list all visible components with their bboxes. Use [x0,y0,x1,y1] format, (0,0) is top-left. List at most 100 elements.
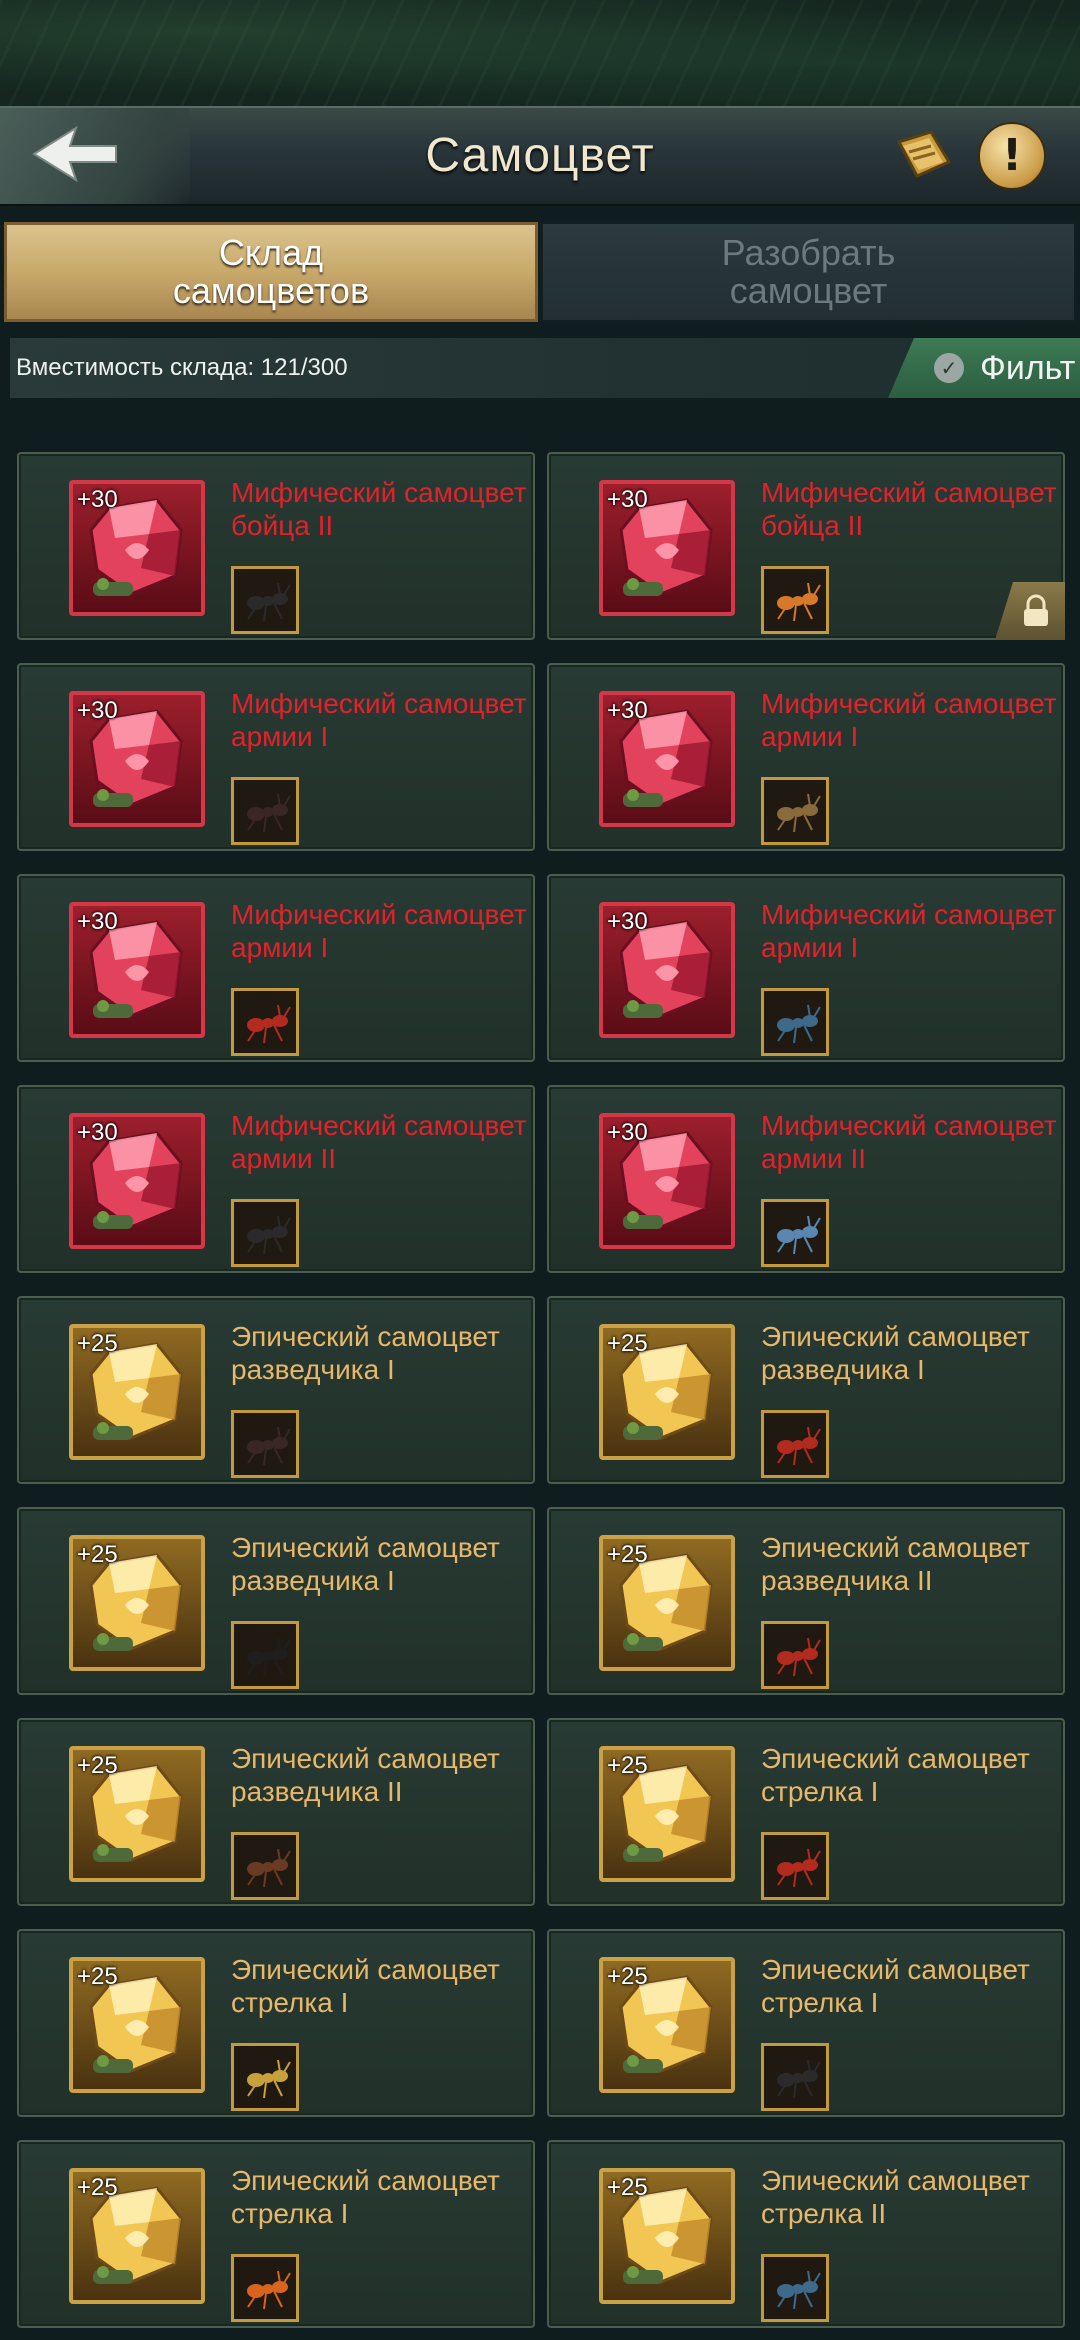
gem-frame: +30 [69,480,205,616]
unit-icon [761,1199,829,1267]
gem-frame: +25 [69,1535,205,1671]
armored-warrior-icon [777,793,821,833]
gem-grid: +30 Мифический самоцвет бойца II +30 Мифиче… [0,452,1080,2340]
unit-icon [231,1621,299,1689]
lock-icon [1024,594,1048,626]
gem-frame: +25 [69,1324,205,1460]
tab-disassemble-gem[interactable]: Разобрать самоцвет [541,222,1076,322]
gem-name: Мифический самоцвет армии I [231,899,527,963]
gem-card[interactable]: +25 Эпический самоцвет стрелка II [547,2140,1065,2328]
unit-icon [761,1832,829,1900]
red-ant-icon [777,1637,821,1677]
gem-frame: +25 [599,1746,735,1882]
unit-icon [761,2043,829,2111]
gem-name: Мифический самоцвет армии I [231,688,527,752]
brown-ant-icon [247,1848,291,1888]
gem-card[interactable]: +25 Эпический самоцвет разведчика I [17,1296,535,1484]
orange-ant-icon [777,582,821,622]
gem-card[interactable]: +30 Мифический самоцвет армии I [17,874,535,1062]
gem-level: +30 [77,908,118,935]
gem-card[interactable]: +25 Эпический самоцвет разведчика II [17,1718,535,1906]
gem-frame: +25 [599,1957,735,2093]
blue-mantis-icon [777,1215,821,1255]
gem-name: Эпический самоцвет стрелка I [231,2165,500,2229]
gem-card[interactable]: +25 Эпический самоцвет стрелка I [17,2140,535,2328]
gem-level: +25 [607,1330,648,1357]
gem-frame: +25 [599,1535,735,1671]
gem-frame: +30 [69,902,205,1038]
gem-card[interactable]: +25 Эпический самоцвет разведчика II [547,1507,1065,1695]
lock-badge [995,582,1065,640]
capacity-text: Вместимость склада: 121/300 [16,354,348,381]
gem-card[interactable]: +25 Эпический самоцвет разведчика I [547,1296,1065,1484]
gem-card[interactable]: +30 Мифический самоцвет армии I [17,663,535,851]
gem-card[interactable]: +25 Эпический самоцвет стрелка I [547,1718,1065,1906]
gem-name: Мифический самоцвет армии II [761,1110,1057,1174]
gem-card[interactable]: +25 Эпический самоцвет разведчика I [17,1507,535,1695]
gem-frame: +25 [69,1746,205,1882]
gem-card[interactable]: +30 Мифический самоцвет армии I [547,874,1065,1062]
gem-frame: +25 [69,2168,205,2304]
filter-label: Фильт [980,349,1076,387]
black-beetle-icon [247,1215,291,1255]
gem-level: +25 [607,1963,648,1990]
gem-frame: +25 [599,1324,735,1460]
gem-frame: +25 [599,2168,735,2304]
gem-level: +25 [607,1752,648,1779]
unit-icon [231,1832,299,1900]
unit-icon [761,777,829,845]
black-beetle-icon [777,2059,821,2099]
dark-ant-icon [247,793,291,833]
red-ant-icon [247,1004,291,1044]
red-ant-icon [777,1848,821,1888]
gem-level: +30 [77,697,118,724]
blue-beetle-icon [777,2270,821,2310]
black-beetle-icon [247,582,291,622]
gem-level: +30 [607,486,648,513]
gem-frame: +25 [69,1957,205,2093]
unit-icon [231,1199,299,1267]
unit-icon [231,2043,299,2111]
unit-icon [231,2254,299,2322]
gem-level: +25 [77,1752,118,1779]
tab-gem-storage[interactable]: Склад самоцветов [4,222,538,322]
gem-level: +25 [607,2174,648,2201]
gem-level: +30 [607,908,648,935]
gem-card[interactable]: +30 Мифический самоцвет бойца II [17,452,535,640]
gem-level: +30 [607,1119,648,1146]
dark-ant-icon [247,1426,291,1466]
gem-frame: +30 [69,691,205,827]
gem-card[interactable]: +25 Эпический самоцвет стрелка I [547,1929,1065,2117]
gem-card[interactable]: +30 Мифический самоцвет армии I [547,663,1065,851]
gem-name: Эпический самоцвет стрелка II [761,2165,1030,2229]
orange-spider-icon [247,2270,291,2310]
gem-frame: +30 [599,691,735,827]
gem-name: Мифический самоцвет бойца II [231,477,527,541]
gem-level: +25 [77,2174,118,2201]
gem-level: +25 [77,1541,118,1568]
book-icon[interactable] [893,128,953,189]
unit-icon [231,566,299,634]
gem-card[interactable]: +25 Эпический самоцвет стрелка I [17,1929,535,2117]
header-bar: Самоцвет ! [0,106,1080,206]
gem-level: +25 [607,1541,648,1568]
gem-frame: +30 [599,1113,735,1249]
gem-name: Мифический самоцвет бойца II [761,477,1057,541]
yellow-wasp-icon [247,2059,291,2099]
unit-icon [761,2254,829,2322]
gem-card[interactable]: +30 Мифический самоцвет армии II [547,1085,1065,1273]
top-background [0,0,1080,106]
gem-level: +30 [77,486,118,513]
black-spider-icon [247,1637,291,1677]
tab-label: Разобрать самоцвет [721,232,896,311]
gem-name: Мифический самоцвет армии I [761,688,1057,752]
unit-icon [761,1621,829,1689]
unit-icon [761,988,829,1056]
gem-name: Эпический самоцвет стрелка I [761,1954,1030,2018]
unit-icon [231,777,299,845]
gem-level: +30 [77,1119,118,1146]
gem-card[interactable]: +30 Мифический самоцвет бойца II [547,452,1065,640]
filter-button[interactable]: ✓ Фильт [888,338,1080,398]
info-icon[interactable]: ! [978,122,1046,190]
gem-card[interactable]: +30 Мифический самоцвет армии II [17,1085,535,1273]
